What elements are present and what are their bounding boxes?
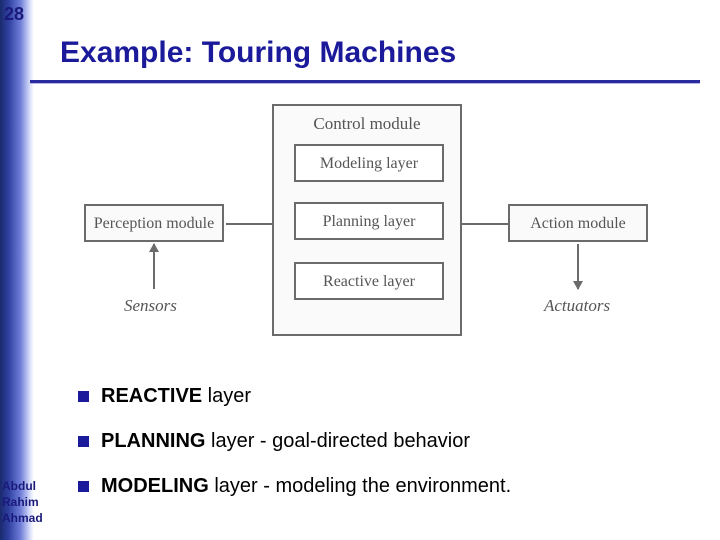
author-name: Abdul Rahim Ahmad <box>2 478 50 527</box>
planning-layer-box: Planning layer <box>294 202 444 240</box>
sensors-label: Sensors <box>124 296 177 316</box>
control-module-label: Control module <box>274 114 460 134</box>
bullet-text: PLANNING layer - goal-directed behavior <box>101 430 470 453</box>
bullet-item: PLANNING layer - goal-directed behavior <box>78 430 678 453</box>
reactive-layer-box: Reactive layer <box>294 262 444 300</box>
perception-module-box: Perception module <box>84 204 224 242</box>
connector-left <box>226 223 272 225</box>
connector-right <box>462 223 508 225</box>
action-module-box: Action module <box>508 204 648 242</box>
actuators-arrow <box>577 244 579 289</box>
bullet-item: REACTIVE layer <box>78 385 678 408</box>
sidebar-gradient <box>0 0 34 540</box>
bullet-marker-icon <box>78 481 89 492</box>
bullet-marker-icon <box>78 436 89 447</box>
bullet-text: MODELING layer - modeling the environmen… <box>101 475 511 498</box>
actuators-label: Actuators <box>544 296 610 316</box>
bullet-item: MODELING layer - modeling the environmen… <box>78 475 678 498</box>
bullet-list: REACTIVE layer PLANNING layer - goal-dir… <box>78 385 678 520</box>
slide-title: Example: Touring Machines <box>60 36 456 70</box>
bullet-text: REACTIVE layer <box>101 385 251 408</box>
title-underline <box>30 80 700 83</box>
bullet-marker-icon <box>78 391 89 402</box>
architecture-diagram: Perception module Control module Modelin… <box>60 100 670 360</box>
sensors-arrow <box>153 244 155 289</box>
control-module-box: Control module Modeling layer Planning l… <box>272 104 462 336</box>
modeling-layer-box: Modeling layer <box>294 144 444 182</box>
page-number: 28 <box>4 4 24 25</box>
